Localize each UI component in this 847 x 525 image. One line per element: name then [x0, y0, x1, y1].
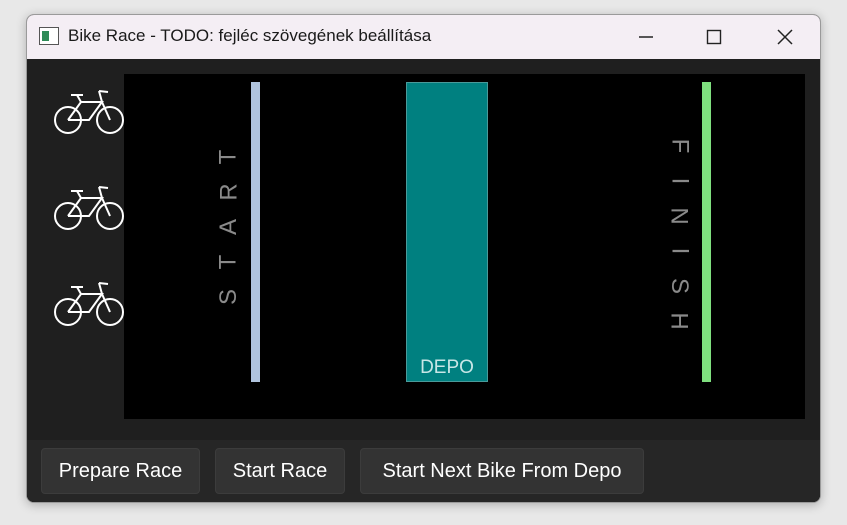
minimize-icon [639, 36, 653, 38]
bicycle-icon [54, 282, 124, 326]
button-bar: Prepare Race Start Race Start Next Bike … [27, 440, 820, 502]
depo-area: DEPO [406, 82, 488, 382]
close-button[interactable] [755, 15, 815, 59]
title-bar[interactable]: Bike Race - TODO: fejléc szövegének beál… [27, 15, 820, 59]
start-line [251, 82, 260, 382]
depo-label: DEPO [420, 357, 474, 378]
start-label: START [215, 149, 243, 306]
maximize-icon [706, 29, 722, 45]
bicycle-icon [54, 186, 124, 230]
prepare-race-button[interactable]: Prepare Race [41, 448, 200, 494]
bicycle-icon [54, 90, 124, 134]
race-body: START DEPO FINISH Prepare Race Start Rac… [27, 59, 820, 502]
finish-line [702, 82, 711, 382]
app-window-icon [39, 27, 59, 45]
start-next-bike-button[interactable]: Start Next Bike From Depo [360, 448, 644, 494]
maximize-button[interactable] [684, 15, 744, 59]
minimize-button[interactable] [616, 15, 676, 59]
race-track: START DEPO FINISH [124, 74, 805, 419]
window-title: Bike Race - TODO: fejléc szövegének beál… [68, 26, 432, 45]
start-race-button[interactable]: Start Race [215, 448, 345, 494]
close-icon [777, 29, 793, 45]
app-window: Bike Race - TODO: fejléc szövegének beál… [26, 14, 821, 503]
finish-label: FINISH [665, 138, 693, 330]
